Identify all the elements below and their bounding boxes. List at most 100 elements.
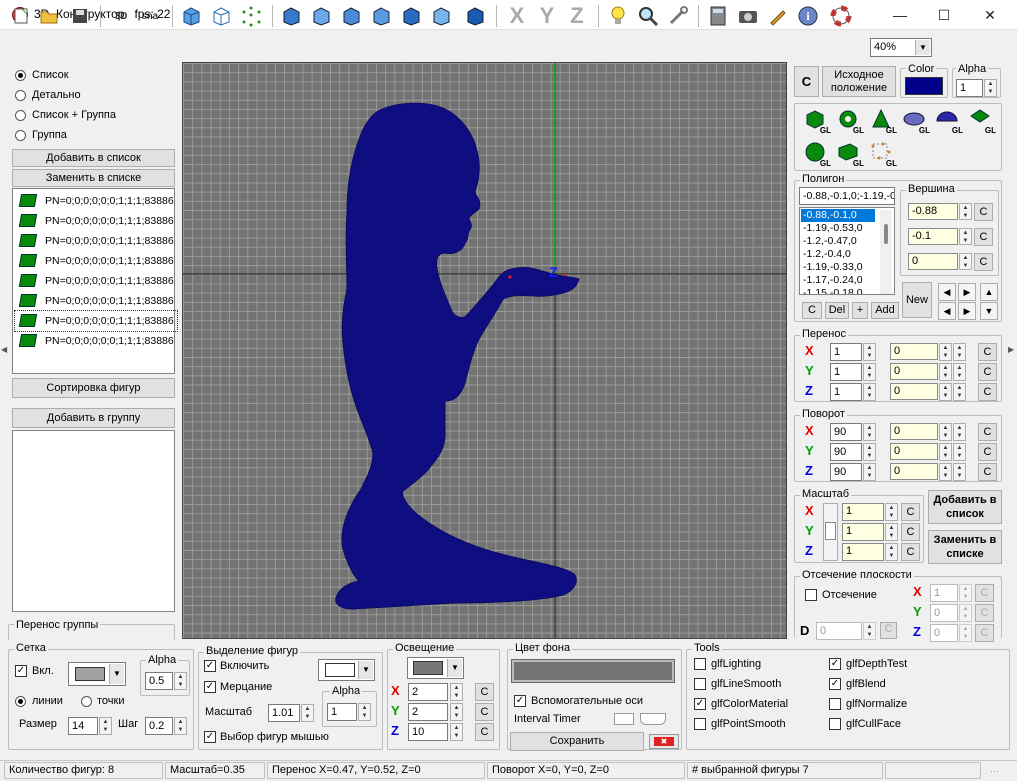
close-button[interactable]: ✕ [967, 0, 1013, 30]
gl-pyramid-icon[interactable]: GL [968, 107, 996, 135]
light-color-select[interactable]: ▼ [407, 657, 464, 679]
grid-color-select[interactable]: ▼ [68, 662, 126, 686]
translate-clear-x[interactable]: C [978, 343, 997, 361]
gl-cone-icon[interactable]: GL [869, 107, 897, 135]
vertex-input-0[interactable]: -0.88 [908, 203, 958, 220]
left-splitter-icon[interactable]: ◀ [1, 345, 7, 354]
scale-spinner[interactable]: ▲ ▼ [885, 543, 898, 561]
polygon-vertex-item[interactable]: -1.19,-0.33,0 [801, 261, 875, 274]
cube-solid-icon[interactable] [178, 3, 204, 29]
lifebuoy-icon[interactable] [828, 3, 854, 29]
light-spinner[interactable]: ▲ ▼ [450, 683, 463, 701]
translate-clear-z[interactable]: C [978, 383, 997, 401]
rotate-offset-input-x[interactable]: 0 [890, 423, 938, 440]
rotate-clear-x[interactable]: C [978, 423, 997, 441]
polygon-vertex-item[interactable]: -1.2,-0.47,0 [801, 235, 875, 248]
rotate-input-x[interactable]: 90 [830, 423, 862, 441]
shape-list-item[interactable]: PN=0;0;0;0;0;0;1;1;1;83886 [15, 331, 177, 351]
grid-enable-checkbox[interactable]: ✓ [15, 665, 27, 677]
shape-list-item[interactable]: PN=0;0;0;0;0;0;1;1;1;83886 [15, 191, 177, 211]
polygon-list-scrollbar[interactable] [880, 210, 892, 294]
selection-alpha-spinner[interactable]: ▲ ▼ [358, 703, 371, 721]
info-icon[interactable]: i [795, 3, 821, 29]
scale-clear-x[interactable]: C [901, 503, 920, 521]
grid-step-input[interactable]: 0.2 [145, 717, 173, 735]
polygon-new-button[interactable]: New [902, 282, 932, 318]
lightbulb-icon[interactable] [605, 3, 631, 29]
selection-color-select[interactable]: ▼ [318, 659, 375, 681]
polygon-list-scroll-thumb[interactable] [884, 224, 888, 244]
vertex-input-2[interactable]: 0 [908, 253, 958, 270]
save-button[interactable]: Сохранить [510, 732, 644, 751]
clear-color-button[interactable]: C [794, 66, 819, 97]
vertex-clear-2[interactable]: C [974, 253, 993, 271]
grid-points-radio[interactable] [81, 696, 92, 707]
clip-d-input[interactable]: 0 [816, 622, 862, 640]
background-color-swatch[interactable] [511, 659, 675, 683]
rotate-offset-spinner[interactable]: ▲ ▼ [939, 443, 952, 461]
shape-list-item[interactable]: PN=0;0;0;0;0;0;1;1;1;83886 [15, 291, 177, 311]
vertex-spinner-0[interactable]: ▲ ▼ [959, 203, 972, 220]
tools-icon[interactable] [665, 3, 691, 29]
gl-hemisphere-icon[interactable]: GL [935, 107, 963, 135]
shape-list-item[interactable]: PN=0;0;0;0;0;0;1;1;1;83886 [15, 211, 177, 231]
rotate-offset-spinner-2[interactable]: ▲ ▼ [953, 443, 966, 461]
save-icon[interactable] [67, 3, 93, 29]
axis-z-button[interactable]: Z [564, 3, 590, 29]
add-to-list-right-button[interactable]: Добавить в список [928, 490, 1002, 524]
arrow-down-button[interactable]: ▼ [980, 302, 998, 320]
translate-spinner[interactable]: ▲ ▼ [863, 343, 876, 361]
tool-checkbox-glfDepthTest[interactable]: ✓ [829, 658, 841, 670]
maximize-button[interactable]: ☐ [921, 0, 967, 30]
gl-cube-icon[interactable]: GL [803, 107, 831, 135]
selection-scale-input[interactable]: 1.01 [268, 704, 300, 722]
aux-axes-checkbox[interactable]: ✓ [514, 695, 526, 707]
rotate-offset-input-z[interactable]: 0 [890, 463, 938, 480]
polygon-points-input[interactable]: -0.88,-0.1,0;-1.19,-0 [799, 187, 895, 205]
grid-size-spinner[interactable]: ▲ ▼ [99, 717, 112, 735]
rotate-offset-spinner[interactable]: ▲ ▼ [939, 423, 952, 441]
pencil-icon[interactable] [765, 3, 791, 29]
cube-wire-icon[interactable] [208, 3, 234, 29]
arrow-right-button[interactable]: ▶ [958, 283, 976, 301]
rotate-spinner[interactable]: ▲ ▼ [863, 463, 876, 481]
polygon-vertex-item[interactable]: -0.88,-0.1,0 [801, 209, 875, 222]
polygon-vertex-item[interactable]: -1.15,-0.18,0 [801, 287, 875, 294]
view-top-icon[interactable] [398, 3, 424, 29]
light-input-y[interactable]: 2 [408, 703, 448, 721]
gl-torus-icon[interactable]: GL [836, 107, 864, 135]
clip-d-spinner[interactable]: ▲ ▼ [863, 622, 876, 640]
add-to-list-button[interactable]: Добавить в список [12, 149, 175, 167]
polygon-vertex-item[interactable]: -1.2,-0.4,0 [801, 248, 875, 261]
translate-offset-spinner[interactable]: ▲ ▼ [939, 343, 952, 361]
translate-input-y[interactable]: 1 [830, 363, 862, 381]
group-list[interactable] [12, 430, 175, 612]
interval-timer-track[interactable] [640, 713, 666, 725]
polygon-vertex-list[interactable]: -0.88,-0.1,0 -1.19,-0.53,0 -1.2,-0.47,0 -1.… [799, 207, 895, 295]
shape-list[interactable]: PN=0;0;0;0;0;0;1;1;1;83886 PN=0;0;0;0;0;0… [12, 188, 178, 374]
replace-in-list-button[interactable]: Заменить в списке [12, 169, 175, 187]
rotate-input-y[interactable]: 90 [830, 443, 862, 461]
sna-icon[interactable]: sna [137, 3, 163, 29]
scale-spinner[interactable]: ▲ ▼ [885, 503, 898, 521]
clip-spinner[interactable]: ▲ ▼ [959, 624, 972, 642]
grid-step-spinner[interactable]: ▲ ▼ [174, 717, 187, 735]
grid-size-input[interactable]: 14 [68, 717, 98, 735]
replace-in-list-right-button[interactable]: Заменить в списке [928, 530, 1002, 564]
light-clear-z[interactable]: C [475, 723, 494, 741]
rotate-offset-input-y[interactable]: 0 [890, 443, 938, 460]
view-bottom-icon[interactable] [428, 3, 454, 29]
view-back-icon[interactable] [308, 3, 334, 29]
sort-shapes-button[interactable]: Сортировка фигур [12, 378, 175, 398]
translate-input-z[interactable]: 1 [830, 383, 862, 401]
clip-d-clear[interactable]: C [880, 622, 897, 639]
clip-clear-x[interactable]: C [975, 584, 994, 602]
grid-alpha-spinner[interactable]: ▲ ▼ [174, 672, 187, 690]
scale-slider[interactable] [823, 503, 838, 561]
polygon-clear-button[interactable]: C [802, 302, 822, 319]
tool-checkbox-glfColorMaterial[interactable]: ✓ [694, 698, 706, 710]
clip-spinner[interactable]: ▲ ▼ [959, 584, 972, 602]
grid-lines-radio[interactable] [15, 696, 26, 707]
selection-mouse-checkbox[interactable]: ✓ [204, 731, 216, 743]
rotate-clear-z[interactable]: C [978, 463, 997, 481]
